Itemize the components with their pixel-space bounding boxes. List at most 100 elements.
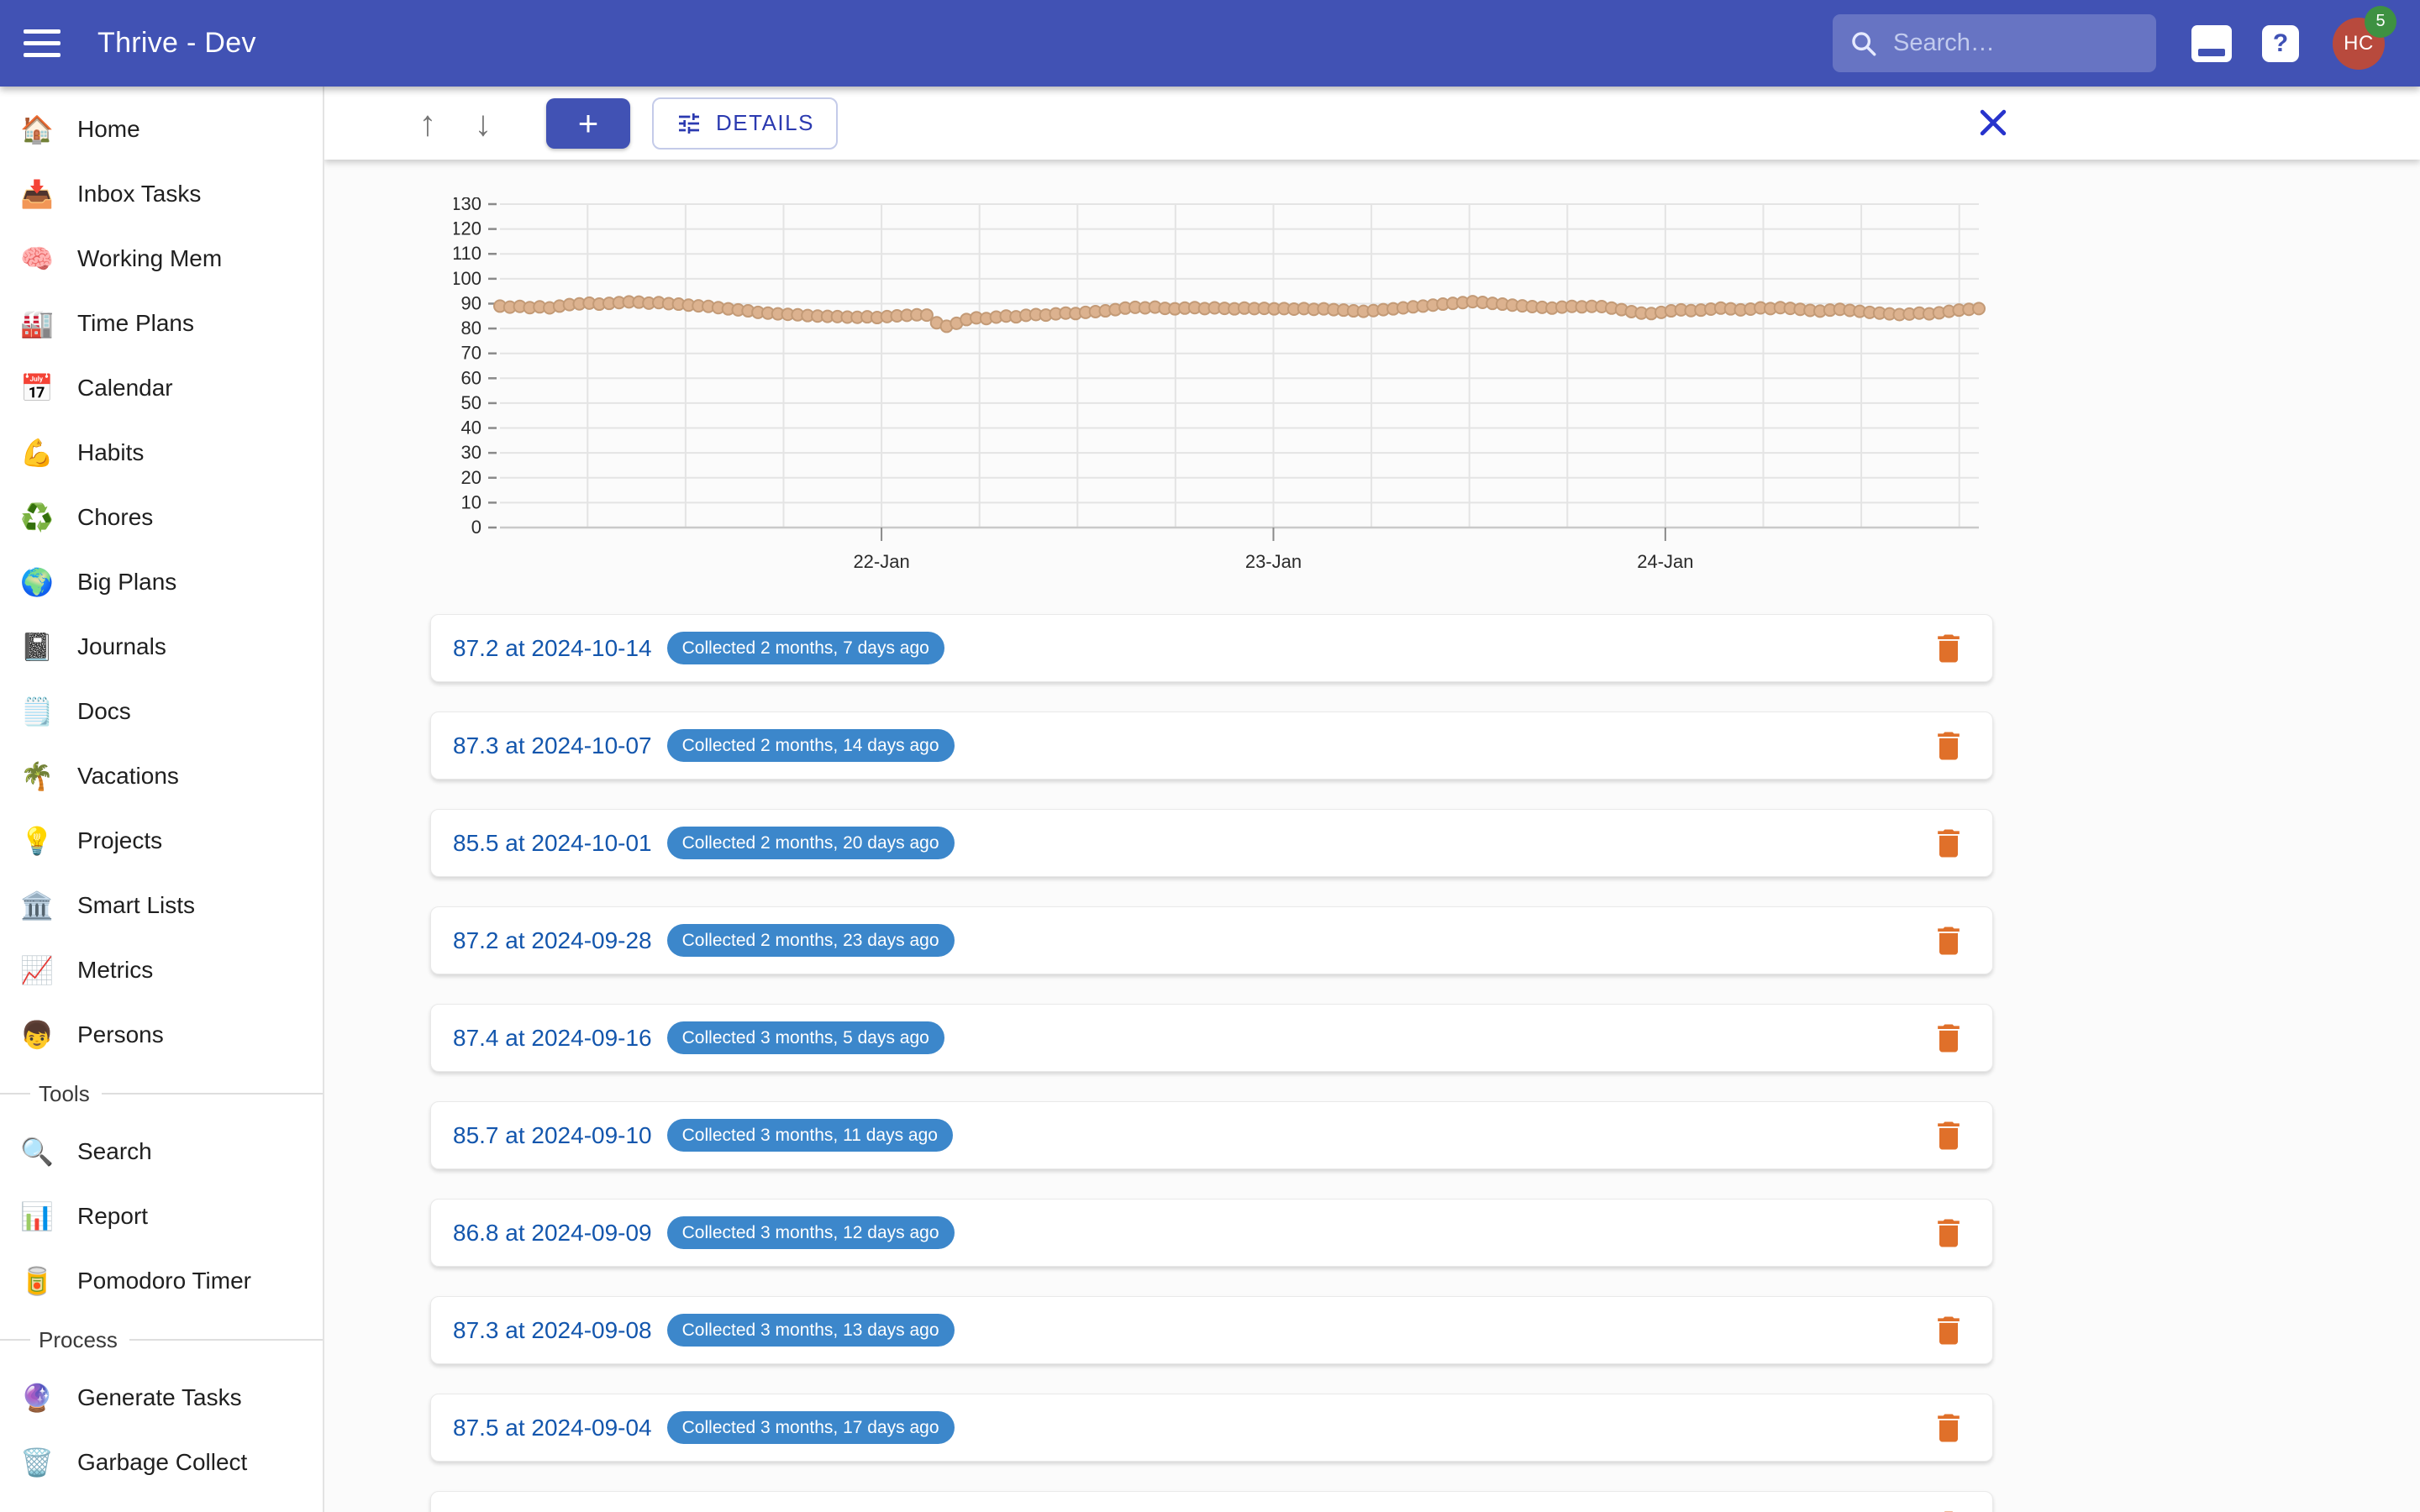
sidebar-item-generate-tasks[interactable]: 🔮 Generate Tasks <box>0 1365 323 1430</box>
details-button[interactable]: DETAILS <box>652 97 838 150</box>
svg-text:70: 70 <box>461 343 481 364</box>
delete-icon[interactable] <box>1927 1406 1970 1450</box>
app-bar: Thrive - Dev ? HC 5 <box>0 0 2420 87</box>
collected-badge: Collected 3 months, 5 days ago <box>667 1021 944 1054</box>
garbage-collect-icon: 🗑️ <box>0 1446 77 1478</box>
hamburger-menu-button[interactable] <box>24 17 77 71</box>
sidebar-item-time-plans[interactable]: 🏭 Time Plans <box>0 291 323 355</box>
svg-text:110: 110 <box>454 243 481 264</box>
call-to-action-icon[interactable] <box>2191 25 2232 62</box>
sidebar-item-chores[interactable]: ♻️ Chores <box>0 485 323 549</box>
sidebar-item-smart-lists[interactable]: 🏛️ Smart Lists <box>0 873 323 937</box>
svg-text:40: 40 <box>461 417 481 438</box>
help-button[interactable]: ? <box>2262 25 2299 62</box>
pomodoro-timer-icon: 🥫 <box>0 1265 77 1297</box>
sidebar-item-label: Persons <box>77 1021 164 1048</box>
sidebar-item-label: Docs <box>77 698 131 725</box>
svg-text:90: 90 <box>461 292 481 313</box>
sidebar-item-label: Time Plans <box>77 310 194 337</box>
sidebar-item-inbox-tasks[interactable]: 📥 Inbox Tasks <box>0 161 323 226</box>
sidebar-item-label: Habits <box>77 439 144 466</box>
sidebar-item-label: Smart Lists <box>77 892 195 919</box>
entry-link[interactable]: 85.5 at 2024-10-01 <box>453 830 652 857</box>
sidebar-item-label: Metrics <box>77 957 153 984</box>
sidebar-item-habits[interactable]: 💪 Habits <box>0 420 323 485</box>
delete-icon[interactable] <box>1927 822 1970 865</box>
section-divider <box>0 1093 30 1095</box>
move-up-button[interactable]: ↑ <box>405 98 450 149</box>
delete-icon[interactable] <box>1927 724 1970 768</box>
list-item: 87.3 at 2024-10-07 Collected 2 months, 1… <box>430 711 1993 780</box>
sidebar-item-projects[interactable]: 💡 Projects <box>0 808 323 873</box>
svg-text:24-Jan: 24-Jan <box>1637 551 1693 572</box>
list-item: 87.2 at 2024-09-28 Collected 2 months, 2… <box>430 906 1993 974</box>
time-plans-icon: 🏭 <box>0 307 77 339</box>
app-title: Thrive - Dev <box>97 27 256 60</box>
avatar[interactable]: HC 5 <box>2333 18 2385 70</box>
close-icon[interactable] <box>1973 103 2013 144</box>
search-input[interactable] <box>1893 29 2128 57</box>
report-icon: 📊 <box>0 1200 77 1232</box>
docs-icon: 🗒️ <box>0 696 77 727</box>
sidebar-item-label: Big Plans <box>77 569 176 596</box>
entry-link[interactable]: 87.2 at 2024-10-14 <box>453 635 652 662</box>
habits-icon: 💪 <box>0 437 77 469</box>
delete-icon[interactable] <box>1927 919 1970 963</box>
search-box[interactable] <box>1833 14 2156 72</box>
sidebar-item-working-mem[interactable]: 🧠 Working Mem <box>0 226 323 291</box>
entry-link[interactable]: 85.7 at 2024-09-10 <box>453 1122 652 1149</box>
collected-badge: Collected 2 months, 14 days ago <box>667 729 955 762</box>
entry-link[interactable]: 87.2 at 2024-09-28 <box>453 927 652 954</box>
delete-icon[interactable] <box>1927 1016 1970 1060</box>
sidebar-item-vacations[interactable]: 🌴 Vacations <box>0 743 323 808</box>
svg-text:10: 10 <box>461 491 481 512</box>
sidebar-item-garbage-collect[interactable]: 🗑️ Garbage Collect <box>0 1430 323 1494</box>
delete-icon[interactable] <box>1927 1211 1970 1255</box>
delete-icon[interactable] <box>1927 1309 1970 1352</box>
vacations-icon: 🌴 <box>0 760 77 792</box>
call-to-action-bar <box>2198 49 2225 56</box>
section-divider <box>129 1339 323 1341</box>
entry-link[interactable]: 87.3 at 2024-10-07 <box>453 732 652 759</box>
entry-link[interactable]: 87.3 at 2024-09-08 <box>453 1317 652 1344</box>
sidebar-section-process: Process <box>0 1321 323 1358</box>
sidebar-item-home[interactable]: 🏠 Home <box>0 97 323 161</box>
home-icon: 🏠 <box>0 113 77 145</box>
collected-badge: Collected 3 months, 11 days ago <box>667 1119 953 1152</box>
search-icon: 🔍 <box>0 1136 77 1168</box>
svg-text:100: 100 <box>454 268 481 289</box>
svg-text:0: 0 <box>471 517 481 538</box>
entry-link[interactable]: 87.4 at 2024-09-16 <box>453 1025 652 1052</box>
sidebar-process-items: 🔮 Generate Tasks 🗑️ Garbage Collect <box>0 1365 323 1494</box>
details-label: DETAILS <box>716 110 814 136</box>
sidebar-item-label: Projects <box>77 827 162 854</box>
sidebar-item-label: Working Mem <box>77 245 222 272</box>
delete-icon[interactable] <box>1927 1504 1970 1512</box>
delete-icon[interactable] <box>1927 627 1970 670</box>
list-item: 85.5 at 2024-10-01 Collected 2 months, 2… <box>430 809 1993 877</box>
move-down-button[interactable]: ↓ <box>460 98 506 149</box>
svg-text:23-Jan: 23-Jan <box>1245 551 1302 572</box>
entry-link[interactable]: 86.8 at 2024-09-09 <box>453 1220 652 1247</box>
sidebar-item-pomodoro-timer[interactable]: 🥫 Pomodoro Timer <box>0 1248 323 1313</box>
sidebar-tools-items: 🔍 Search 📊 Report 🥫 Pomodoro Timer <box>0 1119 323 1313</box>
sidebar-item-report[interactable]: 📊 Report <box>0 1184 323 1248</box>
delete-icon[interactable] <box>1927 1114 1970 1158</box>
generate-tasks-icon: 🔮 <box>0 1382 77 1414</box>
section-divider <box>102 1093 323 1095</box>
entry-link[interactable]: 87.5 at 2024-09-04 <box>453 1415 652 1441</box>
list-item-partial <box>430 1491 1993 1512</box>
sidebar-item-search[interactable]: 🔍 Search <box>0 1119 323 1184</box>
sidebar-item-docs[interactable]: 🗒️ Docs <box>0 679 323 743</box>
line-chart-svg: 010203040506070809010011012013022-Jan23-… <box>454 197 2000 575</box>
sidebar-item-metrics[interactable]: 📈 Metrics <box>0 937 323 1002</box>
chores-icon: ♻️ <box>0 501 77 533</box>
metric-entry-list: 87.2 at 2024-10-14 Collected 2 months, 7… <box>430 614 1993 1512</box>
sidebar-item-journals[interactable]: 📓 Journals <box>0 614 323 679</box>
sidebar-item-big-plans[interactable]: 🌍 Big Plans <box>0 549 323 614</box>
add-entry-button[interactable]: + <box>546 98 630 149</box>
collected-badge: Collected 3 months, 12 days ago <box>667 1216 955 1249</box>
sidebar-item-persons[interactable]: 👦 Persons <box>0 1002 323 1067</box>
sidebar-item-calendar[interactable]: 📅 Calendar <box>0 355 323 420</box>
sidebar-section-tools: Tools <box>0 1075 323 1112</box>
